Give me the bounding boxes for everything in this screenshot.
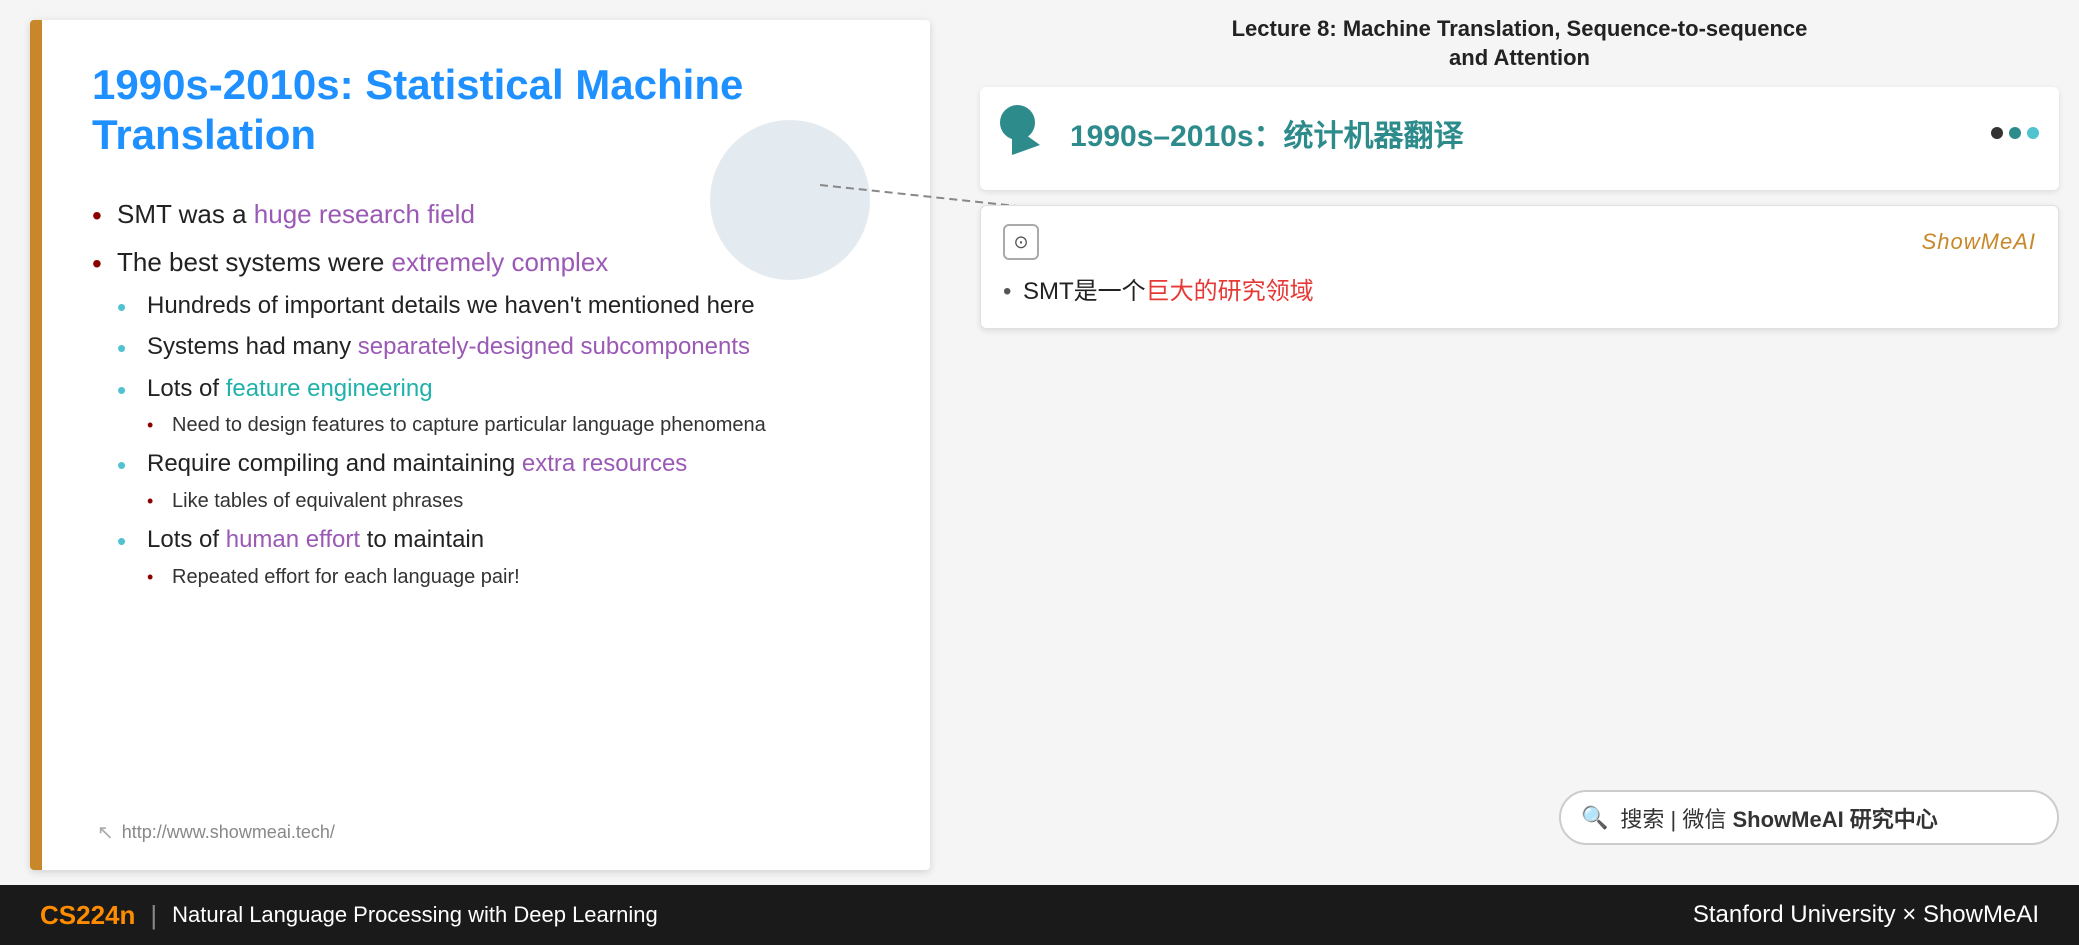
ai-bullet-list: SMT是一个巨大的研究领域 [1003, 274, 2036, 310]
showmeai-brand: ShowMeAI [1922, 229, 2036, 255]
course-name: CS224n [40, 900, 135, 931]
sub-sub-2-text: Like tables of equivalent phrases [172, 490, 463, 512]
sub-bullet-5-before: Lots of [147, 526, 226, 553]
sub-bullet-1-text: Hundreds of important details we haven't… [147, 292, 755, 319]
sub-bullet-3-before: Lots of [147, 375, 226, 402]
sub-sub-3-text: Repeated effort for each language pair! [172, 566, 520, 588]
dot-2 [2009, 127, 2021, 139]
search-icon: 🔍 [1581, 805, 1608, 831]
bullet-2-text-before: The best systems were [117, 247, 392, 277]
main-content: 1990s-2010s: Statistical Machine Transla… [0, 0, 2079, 885]
bottom-right: Stanford University × ShowMeAI [1693, 901, 2039, 929]
slide-url: ↖ http://www.showmeai.tech/ [97, 820, 335, 845]
sub-bullet-4: Require compiling and maintaining extra … [117, 447, 880, 515]
sub-bullet-3: Lots of feature engineering Need to desi… [117, 372, 880, 440]
ai-card-header: ⊙ ShowMeAI [1003, 224, 2036, 260]
dot-3 [2027, 127, 2039, 139]
sub-bullet-5-highlight: human effort [226, 526, 360, 553]
cursor-icon: ↖ [97, 820, 114, 845]
sub-bullet-5: Lots of human effort to maintain Repeate… [117, 523, 880, 591]
bottom-bar: CS224n | Natural Language Processing wit… [0, 885, 2079, 945]
search-bar[interactable]: 🔍 搜索 | 微信 ShowMeAI 研究中心 [1559, 790, 2059, 845]
sub-sub-2: Like tables of equivalent phrases [147, 487, 880, 515]
ai-icon-symbol: ⊙ [1013, 232, 1028, 253]
sub-sub-list-2: Like tables of equivalent phrases [147, 487, 880, 515]
right-panel: Lecture 8: Machine Translation, Sequence… [960, 0, 2079, 885]
lecture-title-text: Lecture 8: Machine Translation, Sequence… [1232, 16, 1808, 70]
search-label: 搜索 | 微信 ShowMeAI 研究中心 [1620, 802, 1937, 834]
bullet-1: SMT was a huge research field [92, 196, 880, 232]
slide-icon-triangle [1012, 125, 1040, 155]
bottom-left: CS224n | Natural Language Processing wit… [40, 900, 658, 931]
slide-icon [1000, 105, 1055, 160]
sub-bullet-1: Hundreds of important details we haven't… [117, 289, 880, 323]
chinese-slide-card: 1990s–2010s：统计机器翻译 [980, 87, 2059, 190]
slide-panel: 1990s-2010s: Statistical Machine Transla… [30, 20, 930, 870]
sub-bullet-3-highlight: feature engineering [226, 375, 433, 402]
sub-bullet-2: Systems had many separately-designed sub… [117, 330, 880, 364]
ai-bullet-1: SMT是一个巨大的研究领域 [1003, 274, 2036, 310]
chinese-slide-header: 1990s–2010s：统计机器翻译 [1000, 105, 2039, 160]
sub-sub-3: Repeated effort for each language pair! [147, 563, 880, 591]
sub-bullet-4-before: Require compiling and maintaining [147, 450, 522, 477]
sub-bullet-2-highlight: separately-designed subcomponents [358, 333, 750, 360]
bullet-2: The best systems were extremely complex … [92, 244, 880, 590]
sub-sub-1: Need to design features to capture parti… [147, 411, 880, 439]
sub-bullet-4-highlight: extra resources [522, 450, 687, 477]
main-bullet-list: SMT was a huge research field The best s… [92, 196, 880, 591]
bullet-1-highlight: huge research field [254, 199, 475, 229]
ai-annotation-card: ⊙ ShowMeAI SMT是一个巨大的研究领域 [980, 205, 2059, 329]
bullet-1-text-before: SMT was a [117, 199, 254, 229]
divider: | [150, 900, 157, 931]
sub-bullet-5-after: to maintain [360, 526, 484, 553]
url-text: http://www.showmeai.tech/ [122, 822, 335, 843]
lecture-title: Lecture 8: Machine Translation, Sequence… [980, 15, 2059, 72]
bullet-2-highlight: extremely complex [392, 247, 609, 277]
dot-1 [1991, 127, 2003, 139]
ai-bullet-highlight: 巨大的研究领域 [1146, 278, 1314, 305]
sub-sub-list-1: Need to design features to capture parti… [147, 411, 880, 439]
ai-bullet-before: SMT是一个 [1023, 278, 1146, 305]
sub-sub-1-text: Need to design features to capture parti… [172, 414, 766, 436]
course-description: Natural Language Processing with Deep Le… [172, 902, 658, 928]
sub-list-2: Hundreds of important details we haven't… [117, 289, 880, 591]
sub-bullet-2-before: Systems had many [147, 333, 358, 360]
ai-icon: ⊙ [1003, 224, 1039, 260]
slide-dots [1991, 127, 2039, 139]
chinese-slide-title: 1990s–2010s：统计机器翻译 [1070, 111, 1464, 155]
sub-sub-list-3: Repeated effort for each language pair! [147, 563, 880, 591]
